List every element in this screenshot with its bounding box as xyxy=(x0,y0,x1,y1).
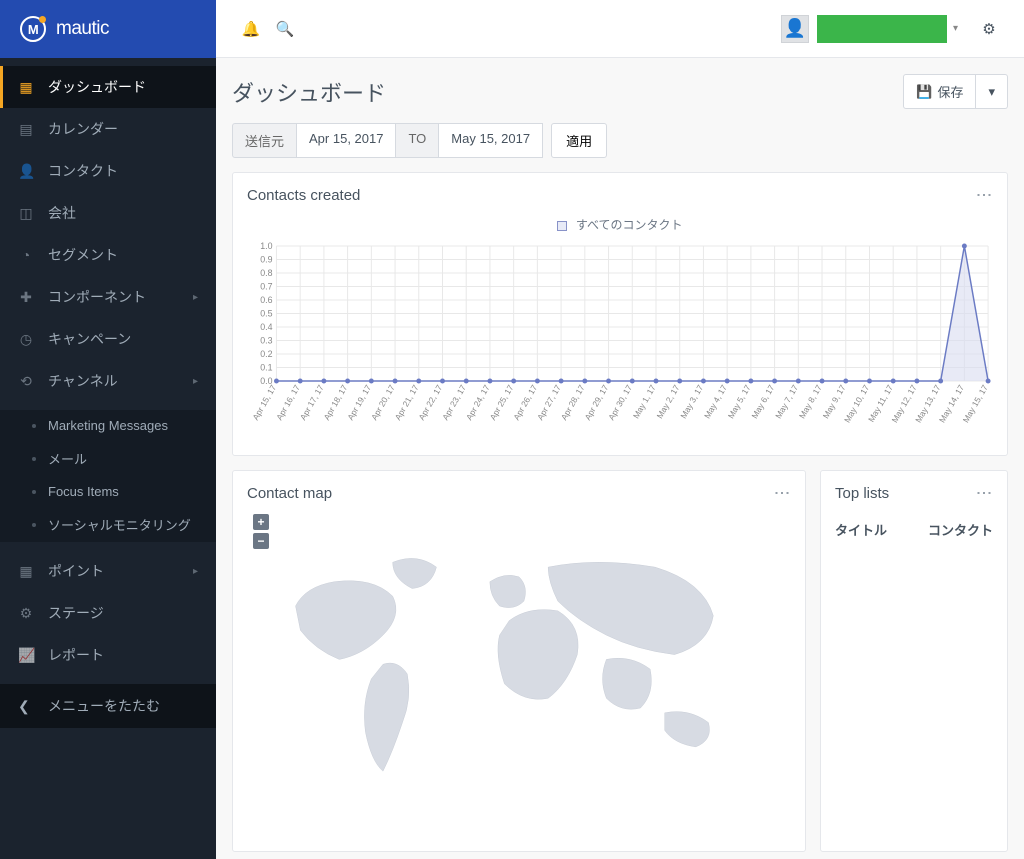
sidebar-item-4[interactable]: ◔ セグメント xyxy=(0,234,216,276)
map-panel-menu[interactable]: ⋮ xyxy=(772,485,791,502)
report-icon: 📈 xyxy=(18,647,34,664)
page-title: ダッシュボード xyxy=(232,76,386,108)
sidebar-sub-item-3[interactable]: ソーシャルモニタリング xyxy=(0,507,216,542)
sidebar-label: カレンダー xyxy=(48,119,118,139)
svg-text:0.6: 0.6 xyxy=(260,295,272,305)
to-label: TO xyxy=(396,123,439,158)
sidebar-label: レポート xyxy=(48,645,104,665)
sidebar-label: ステージ xyxy=(48,603,104,623)
points-icon: ▦ xyxy=(18,563,34,580)
brand[interactable]: mautic xyxy=(0,0,216,58)
svg-text:0.2: 0.2 xyxy=(260,349,272,359)
to-date-input[interactable]: May 15, 2017 xyxy=(439,123,543,158)
zoom-out-button[interactable]: − xyxy=(253,533,269,549)
sidebar-sub-item-0[interactable]: Marketing Messages xyxy=(0,410,216,441)
collapse-menu[interactable]: ❮ メニューをたたむ xyxy=(0,684,216,728)
svg-text:0.7: 0.7 xyxy=(260,281,272,291)
legend-swatch-icon xyxy=(557,221,567,231)
legend-label: すべてのコンタクト xyxy=(576,218,683,232)
top-lists-panel: Top lists ⋮ タイトル コンタクト xyxy=(820,470,1008,852)
apply-button[interactable]: 適用 xyxy=(551,123,607,158)
sidebar-label: コンタクト xyxy=(48,161,118,181)
notifications-icon[interactable]: 🔔 xyxy=(234,12,268,46)
stage-icon: ⚙ xyxy=(18,605,34,622)
channel-icon: ⟲ xyxy=(18,373,34,390)
sidebar-label: ダッシュボード xyxy=(48,77,146,97)
segment-icon: ◔ xyxy=(18,247,34,263)
chevron-left-icon: ❮ xyxy=(18,698,34,715)
calendar-icon: ▤ xyxy=(18,121,34,138)
sidebar-item2-2[interactable]: 📈 レポート xyxy=(0,634,216,676)
toplists-title: Top lists xyxy=(835,485,889,502)
date-range: 送信元 Apr 15, 2017 TO May 15, 2017 適用 xyxy=(232,123,1008,158)
toplists-col-contact: コンタクト xyxy=(928,520,993,539)
topbar: 🔔 🔍 👤 ▾ ⚙ xyxy=(216,0,1024,58)
save-dropdown[interactable]: ▾ xyxy=(976,74,1008,109)
brand-logo-icon xyxy=(20,16,46,42)
caret-right-icon: ▸ xyxy=(193,292,198,303)
sidebar-label: セグメント xyxy=(48,245,118,265)
map-panel-title: Contact map xyxy=(247,485,332,502)
svg-text:0.4: 0.4 xyxy=(260,322,272,332)
user-menu-caret-icon[interactable]: ▾ xyxy=(947,23,964,34)
sidebar-sub-item-2[interactable]: Focus Items xyxy=(0,476,216,507)
svg-text:0.8: 0.8 xyxy=(260,268,272,278)
world-map[interactable] xyxy=(247,514,791,834)
svg-text:0.1: 0.1 xyxy=(260,362,272,372)
caret-right-icon: ▸ xyxy=(193,376,198,387)
sidebar-label: チャンネル xyxy=(48,371,118,391)
chart-legend: すべてのコンタクト xyxy=(247,216,993,233)
from-label: 送信元 xyxy=(232,123,297,158)
sidebar-item-3[interactable]: ◫ 会社 xyxy=(0,192,216,234)
sidebar-item2-0[interactable]: ▦ ポイント ▸ xyxy=(0,550,216,592)
svg-text:Apr 30, 17: Apr 30, 17 xyxy=(606,383,634,422)
sidebar: mautic ▦ ダッシュボード ▤ カレンダー 👤 コンタクト ◫ 会社 ◔ セグメント ✚ コンポ… xyxy=(0,0,216,859)
svg-text:1.0: 1.0 xyxy=(260,241,272,251)
contact-map-panel: Contact map ⋮ + − xyxy=(232,470,806,852)
sidebar-item-0[interactable]: ▦ ダッシュボード xyxy=(0,66,216,108)
sidebar-label: キャンペーン xyxy=(48,329,131,349)
contacts-panel-menu[interactable]: ⋮ xyxy=(974,187,993,204)
contacts-chart: 0.00.10.20.30.40.50.60.70.80.91.0Apr 15,… xyxy=(247,241,993,441)
contacts-created-panel: Contacts created ⋮ すべてのコンタクト 0.00.10.20.… xyxy=(232,172,1008,456)
sidebar-label: 会社 xyxy=(48,203,76,223)
toplists-menu[interactable]: ⋮ xyxy=(974,485,993,502)
company-icon: ◫ xyxy=(18,205,34,222)
sidebar-item-1[interactable]: ▤ カレンダー xyxy=(0,108,216,150)
save-button[interactable]: 💾 保存 xyxy=(903,74,976,109)
sidebar-label: コンポーネント xyxy=(48,287,146,307)
user-menu-button[interactable] xyxy=(817,15,947,43)
caret-right-icon: ▸ xyxy=(193,566,198,577)
component-icon: ✚ xyxy=(18,289,34,306)
zoom-in-button[interactable]: + xyxy=(253,514,269,530)
sidebar-item-7[interactable]: ⟲ チャンネル ▸ xyxy=(0,360,216,402)
brand-name: mautic xyxy=(56,18,109,40)
campaign-icon: ◷ xyxy=(18,331,34,348)
dashboard-icon: ▦ xyxy=(18,79,34,96)
save-label: 保存 xyxy=(937,82,963,101)
collapse-label: メニューをたたむ xyxy=(48,696,160,716)
save-icon: 💾 xyxy=(916,84,932,100)
search-icon[interactable]: 🔍 xyxy=(268,12,302,46)
sidebar-label: ポイント xyxy=(48,561,104,581)
svg-text:0.5: 0.5 xyxy=(260,308,272,318)
from-date-input[interactable]: Apr 15, 2017 xyxy=(297,123,396,158)
sidebar-item-5[interactable]: ✚ コンポーネント ▸ xyxy=(0,276,216,318)
toplists-col-title: タイトル xyxy=(835,520,887,539)
contact-icon: 👤 xyxy=(18,163,34,180)
sidebar-item2-1[interactable]: ⚙ ステージ xyxy=(0,592,216,634)
caret-down-icon: ▾ xyxy=(988,84,995,100)
gear-icon[interactable]: ⚙ xyxy=(972,12,1006,46)
svg-text:0.9: 0.9 xyxy=(260,254,272,264)
avatar[interactable]: 👤 xyxy=(781,15,809,43)
contacts-panel-title: Contacts created xyxy=(247,187,360,204)
sidebar-sub-item-1[interactable]: メール xyxy=(0,441,216,476)
sidebar-item-2[interactable]: 👤 コンタクト xyxy=(0,150,216,192)
svg-text:0.3: 0.3 xyxy=(260,335,272,345)
sidebar-item-6[interactable]: ◷ キャンペーン xyxy=(0,318,216,360)
